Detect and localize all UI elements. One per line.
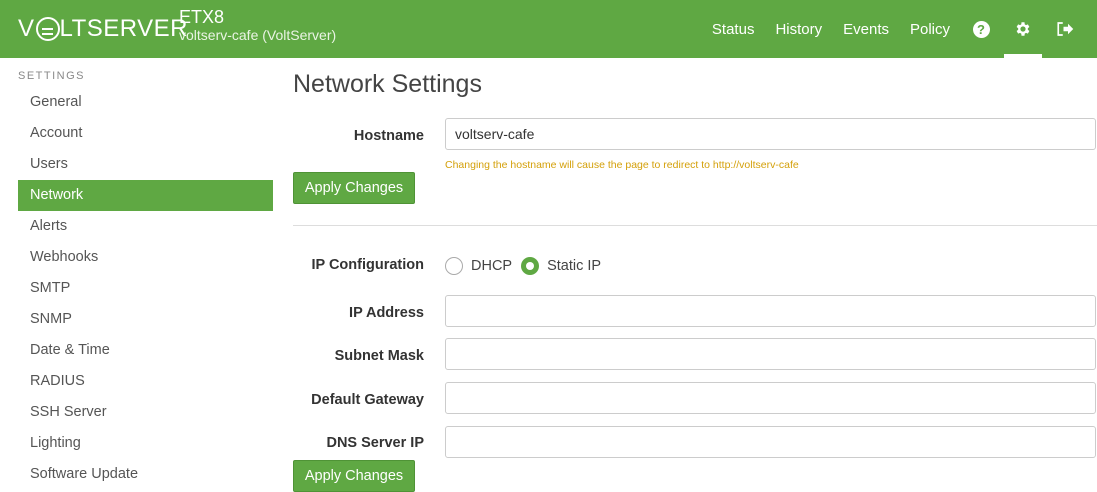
network-settings-panel: Network Settings Hostname Changing the h… bbox=[293, 58, 1097, 492]
top-nav: Status History Events Policy ? bbox=[691, 0, 1097, 58]
hostname-input[interactable] bbox=[445, 118, 1096, 150]
nav-history-link[interactable]: History bbox=[775, 21, 822, 38]
sidebar-item-date-time[interactable]: Date & Time bbox=[18, 335, 273, 366]
device-model: ETX8 bbox=[179, 7, 225, 27]
page-title: Network Settings bbox=[293, 70, 482, 98]
static-ip-radio-label[interactable]: Static IP bbox=[547, 258, 601, 274]
logo-text-post: LTSERVER bbox=[59, 15, 189, 42]
sidebar-item-general[interactable]: General bbox=[18, 87, 273, 118]
gear-icon[interactable] bbox=[1004, 0, 1042, 58]
subnet-mask-label: Subnet Mask bbox=[334, 348, 424, 364]
dns-server-label: DNS Server IP bbox=[326, 435, 424, 451]
hostname-label: Hostname bbox=[353, 128, 424, 144]
logout-icon[interactable] bbox=[1054, 0, 1076, 58]
help-icon[interactable]: ? bbox=[970, 0, 992, 58]
hostname-hint: Changing the hostname will cause the pag… bbox=[445, 159, 799, 171]
device-info: ETX8 voltserv-cafe (VoltServer) bbox=[179, 8, 336, 42]
voltserver-logo[interactable]: V LTSERVER bbox=[18, 13, 188, 45]
sidebar-item-radius[interactable]: RADIUS bbox=[18, 366, 273, 397]
nav-status-link[interactable]: Status bbox=[712, 21, 755, 38]
device-name: voltserv-cafe (VoltServer) bbox=[179, 27, 337, 43]
sidebar-item-account[interactable]: Account bbox=[18, 118, 273, 149]
ip-configuration-label: IP Configuration bbox=[311, 257, 424, 273]
dns-server-input[interactable] bbox=[445, 426, 1096, 458]
ip-address-label: IP Address bbox=[349, 305, 424, 321]
ip-configuration-radios: DHCP Static IP bbox=[445, 257, 610, 275]
nav-policy-link[interactable]: Policy bbox=[910, 21, 950, 38]
apply-hostname-button[interactable]: Apply Changes bbox=[293, 172, 415, 204]
sidebar-item-ssh-server[interactable]: SSH Server bbox=[18, 397, 273, 428]
sidebar-item-lighting[interactable]: Lighting bbox=[18, 428, 273, 459]
sidebar-item-alerts[interactable]: Alerts bbox=[18, 211, 273, 242]
sidebar-item-users[interactable]: Users bbox=[18, 149, 273, 180]
dhcp-radio-label[interactable]: DHCP bbox=[471, 258, 512, 274]
dhcp-radio[interactable] bbox=[445, 257, 463, 275]
sidebar-item-software-update[interactable]: Software Update bbox=[18, 459, 273, 490]
subnet-mask-input[interactable] bbox=[445, 338, 1096, 370]
top-bar: V LTSERVER ETX8 voltserv-cafe (VoltServer… bbox=[0, 0, 1097, 58]
settings-sidebar: SETTINGS General Account Users Network A… bbox=[18, 58, 273, 490]
sidebar-item-smtp[interactable]: SMTP bbox=[18, 273, 273, 304]
section-divider bbox=[293, 225, 1097, 226]
default-gateway-label: Default Gateway bbox=[311, 392, 424, 408]
sidebar-item-webhooks[interactable]: Webhooks bbox=[18, 242, 273, 273]
logo-mark-icon bbox=[35, 17, 60, 41]
static-ip-radio[interactable] bbox=[521, 257, 540, 275]
nav-events-link[interactable]: Events bbox=[843, 21, 889, 38]
ip-address-input[interactable] bbox=[445, 295, 1096, 327]
sidebar-item-snmp[interactable]: SNMP bbox=[18, 304, 273, 335]
apply-network-button[interactable]: Apply Changes bbox=[293, 460, 415, 492]
default-gateway-input[interactable] bbox=[445, 382, 1096, 414]
sidebar-heading: SETTINGS bbox=[18, 70, 86, 82]
sidebar-item-network[interactable]: Network bbox=[18, 180, 273, 211]
logo-text-pre: V bbox=[18, 15, 35, 42]
